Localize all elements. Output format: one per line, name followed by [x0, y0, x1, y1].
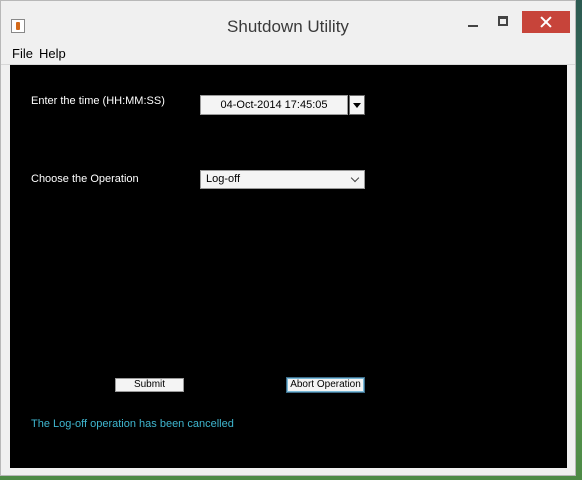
operation-label: Choose the Operation: [31, 173, 139, 185]
time-spinner-field[interactable]: 04-Oct-2014 17:45:05: [200, 95, 348, 115]
minimize-button[interactable]: [460, 11, 486, 33]
menu-help[interactable]: Help: [39, 46, 66, 61]
chevron-down-icon: [350, 173, 360, 183]
app-window: Shutdown Utility File Help Enter the tim…: [0, 0, 576, 476]
operation-select-value: Log-off: [206, 173, 241, 185]
menu-file[interactable]: File: [12, 46, 33, 61]
main-panel: Enter the time (HH:MM:SS) 04-Oct-2014 17…: [10, 65, 567, 468]
title-bar[interactable]: Shutdown Utility: [1, 1, 575, 43]
maximize-button[interactable]: [491, 11, 517, 33]
menu-bar: File Help: [1, 43, 575, 65]
submit-button[interactable]: Submit: [115, 378, 184, 392]
time-dropdown-arrow-icon[interactable]: [349, 95, 365, 115]
time-label: Enter the time (HH:MM:SS): [31, 95, 165, 107]
abort-operation-button[interactable]: Abort Operation: [286, 377, 365, 393]
status-message: The Log-off operation has been cancelled: [31, 418, 234, 430]
operation-select[interactable]: Log-off: [200, 170, 365, 189]
window-title: Shutdown Utility: [227, 17, 349, 36]
close-button[interactable]: [522, 11, 570, 33]
